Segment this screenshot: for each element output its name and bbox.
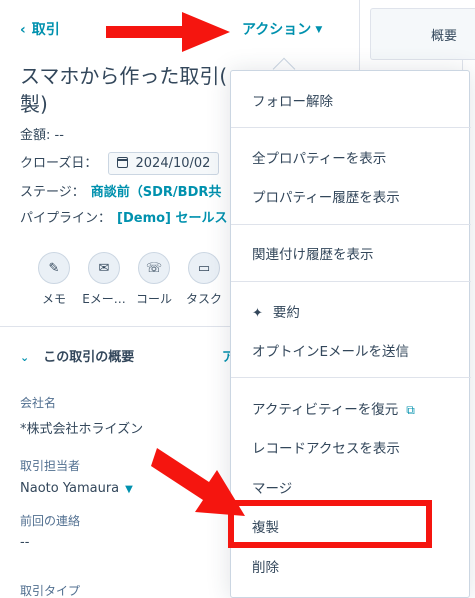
- note-button[interactable]: ✎ メモ: [32, 252, 76, 307]
- last-contact-value: --: [20, 535, 30, 550]
- menu-item-record-access[interactable]: レコードアクセスを表示: [252, 437, 400, 457]
- deal-type-label: 取引タイプ: [20, 584, 81, 598]
- menu-item-property-history[interactable]: プロパティー履歴を表示: [252, 186, 400, 206]
- menu-item-send-optin-email[interactable]: オプトインEメールを送信: [252, 340, 409, 360]
- pipeline-label: パイプライン：: [20, 211, 112, 226]
- amount-field: 金額: --: [20, 128, 64, 143]
- summary-section-title: この取引の概要: [43, 350, 135, 365]
- note-label: メモ: [41, 292, 66, 306]
- back-link[interactable]: ‹ 取引: [20, 19, 60, 39]
- summary-section-toggle[interactable]: ⌄ この取引の概要: [20, 346, 134, 365]
- task-button[interactable]: ▭ タスク: [182, 252, 226, 307]
- summarize-label: 要約: [272, 305, 300, 321]
- chevron-left-icon: ‹: [20, 22, 26, 38]
- caret-down-icon: ▼: [315, 25, 323, 35]
- menu-separator: [231, 127, 471, 128]
- owner-value: Naoto Yamaura: [20, 481, 120, 496]
- call-label: コール: [135, 292, 172, 306]
- company-value[interactable]: *株式会社ホライズン: [20, 418, 143, 437]
- email-button[interactable]: ✉ Eメー…: [82, 252, 126, 307]
- mail-icon: ✉: [88, 252, 120, 284]
- annotation-arrow-right: [106, 12, 230, 52]
- stage-label: ステージ：: [20, 185, 85, 200]
- company-label: 会社名: [20, 396, 57, 410]
- menu-item-merge[interactable]: マージ: [252, 477, 292, 497]
- menu-item-association-history[interactable]: 関連付け履歴を表示: [252, 243, 374, 263]
- menu-separator: [231, 224, 471, 225]
- stage-value[interactable]: 商談前（SDR/BDR共: [91, 185, 222, 200]
- pipeline-field: パイプライン： [Demo] セールス: [20, 207, 228, 226]
- caret-down-icon: ▼: [125, 484, 133, 495]
- menu-separator: [231, 377, 471, 378]
- task-icon: ▭: [188, 252, 220, 284]
- pencil-icon: ✎: [38, 252, 70, 284]
- back-label: 取引: [31, 22, 60, 38]
- menu-item-unfollow[interactable]: フォロー解除: [252, 90, 333, 110]
- stage-field: ステージ： 商談前（SDR/BDR共: [20, 181, 221, 200]
- close-date-label: クローズ日：: [20, 156, 98, 171]
- pipeline-value[interactable]: [Demo] セールス: [117, 211, 228, 226]
- close-date-input[interactable]: 2024/10/02: [107, 152, 220, 175]
- task-label: タスク: [185, 292, 222, 306]
- owner-select[interactable]: Naoto Yamaura ▼: [20, 481, 133, 496]
- highlight-box-clone: [228, 500, 432, 548]
- sparkle-icon: ✦: [252, 306, 263, 321]
- restore-activities-label: アクティビティーを復元: [252, 402, 399, 418]
- tab-overview[interactable]: 概要: [370, 8, 475, 60]
- annotation-arrow-down-right: [151, 448, 245, 516]
- menu-item-restore-activities[interactable]: アクティビティーを復元 ⧉: [252, 398, 415, 418]
- menu-separator: [231, 281, 471, 282]
- calendar-icon: [116, 157, 128, 168]
- phone-icon: ☏: [138, 252, 170, 284]
- menu-item-summarize[interactable]: ✦ 要約: [252, 301, 300, 321]
- chevron-down-icon: ⌄: [20, 351, 30, 364]
- call-button[interactable]: ☏ コール: [132, 252, 176, 307]
- last-contact-label: 前回の連絡: [20, 514, 81, 528]
- email-label: Eメー…: [82, 292, 126, 306]
- tab-overview-label: 概要: [431, 29, 458, 44]
- actions-label: アクション: [242, 22, 312, 38]
- owner-label: 取引担当者: [20, 459, 81, 473]
- external-link-icon: ⧉: [406, 403, 415, 417]
- menu-item-view-all-properties[interactable]: 全プロパティーを表示: [252, 147, 386, 167]
- menu-item-delete[interactable]: 削除: [252, 556, 279, 576]
- close-date-field: クローズ日： 2024/10/02: [20, 152, 220, 175]
- close-date-value: 2024/10/02: [135, 156, 211, 171]
- actions-button[interactable]: アクション ▼: [242, 19, 322, 39]
